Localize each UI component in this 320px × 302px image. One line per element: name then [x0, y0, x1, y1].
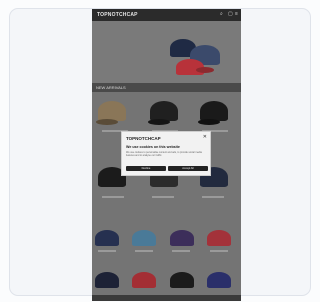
product-label-placeholder	[135, 250, 153, 252]
site-header: TOPNOTCHCAP ⌕ ▢ ≡	[92, 9, 241, 21]
product-label-placeholder	[202, 196, 224, 198]
product-cap[interactable]	[207, 230, 231, 246]
product-label-placeholder	[102, 196, 124, 198]
accept-all-button[interactable]: Accept All	[168, 166, 208, 171]
product-cap-brim	[148, 119, 170, 125]
bottom-bar	[92, 295, 241, 301]
decline-button[interactable]: Decline	[126, 166, 166, 171]
product-label-placeholder	[98, 250, 116, 252]
menu-icon[interactable]: ≡	[235, 12, 239, 17]
hero-banner[interactable]	[92, 21, 241, 83]
product-cap[interactable]	[150, 101, 178, 121]
product-cap[interactable]	[132, 272, 156, 288]
section-heading-bar: NEW ARRIVALS	[92, 83, 241, 92]
cookie-consent-modal: TOPNOTCHCAP ✕ We use cookies on this web…	[121, 131, 211, 176]
search-icon[interactable]: ⌕	[220, 12, 224, 17]
modal-body-text: We use cookies to personalise content an…	[126, 151, 202, 157]
modal-title: We use cookies on this website	[126, 145, 180, 149]
product-label-placeholder	[172, 250, 190, 252]
product-cap[interactable]	[200, 101, 228, 121]
product-cap[interactable]	[132, 230, 156, 246]
section-title: NEW ARRIVALS	[96, 85, 126, 90]
product-cap[interactable]	[170, 272, 194, 288]
cart-icon[interactable]: ▢	[228, 12, 233, 17]
product-cap-brim	[96, 119, 118, 125]
close-icon[interactable]: ✕	[203, 135, 207, 140]
product-label-placeholder	[210, 250, 228, 252]
product-label-placeholder	[152, 196, 174, 198]
product-cap[interactable]	[98, 101, 126, 121]
product-cap-brim	[198, 119, 220, 125]
product-cap[interactable]	[170, 230, 194, 246]
product-cap[interactable]	[95, 272, 119, 288]
site-logo[interactable]: TOPNOTCHCAP	[97, 12, 138, 18]
product-cap[interactable]	[207, 272, 231, 288]
modal-logo: TOPNOTCHCAP	[126, 136, 161, 141]
product-cap[interactable]	[95, 230, 119, 246]
hero-cap-red-brim	[196, 67, 214, 73]
